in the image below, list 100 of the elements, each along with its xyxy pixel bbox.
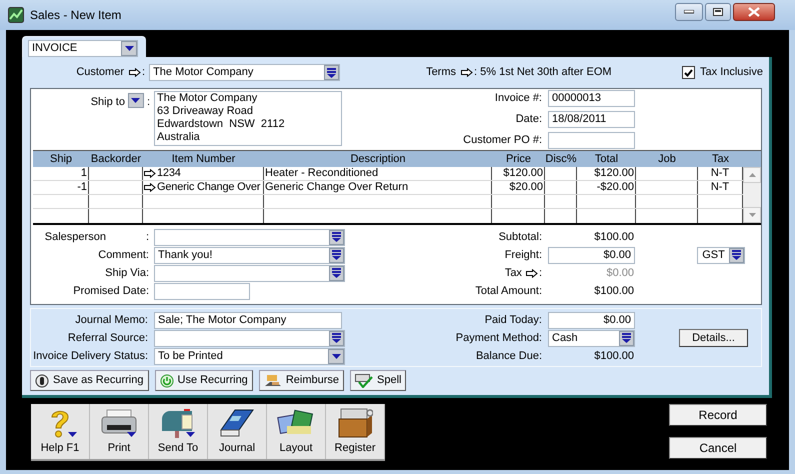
table-cell: 1234	[143, 167, 264, 180]
maximize-button[interactable]	[705, 3, 731, 21]
terms-label: Terms	[426, 65, 456, 80]
minimize-button[interactable]	[675, 3, 703, 21]
list-icon	[332, 268, 341, 278]
colon: :	[146, 95, 150, 110]
caret-icon	[332, 354, 340, 358]
arrow-icon[interactable]	[144, 169, 156, 178]
list-icon	[327, 68, 336, 78]
field-label: Promised Date:	[72, 284, 149, 299]
dropdown-button[interactable]	[324, 65, 340, 80]
customer-field[interactable]: The Motor Company	[149, 64, 340, 81]
dropdown-button[interactable]	[619, 330, 634, 346]
dropdown-button[interactable]	[121, 40, 137, 56]
memo-field[interactable]: Sale; The Motor Company	[154, 312, 342, 328]
tab[interactable]: INVOICE	[22, 36, 146, 57]
field-label: Customer PO #:	[462, 133, 542, 148]
close-button[interactable]	[733, 3, 775, 21]
column-header: Description	[349, 152, 407, 167]
list-icon	[622, 333, 631, 343]
field-label: Freight:	[504, 248, 542, 263]
dropdown-button[interactable]	[328, 348, 344, 364]
address-field[interactable]: The Motor Company 63 Driveaway Road Edwardstown NSW 2112 Australia	[154, 91, 342, 146]
column-header: Tax	[710, 152, 730, 167]
arrow-icon[interactable]	[144, 183, 156, 192]
dropdown-button[interactable]	[329, 230, 344, 244]
action-button[interactable]: Reimburse	[258, 370, 344, 391]
checkbox[interactable]	[682, 66, 696, 79]
column-header: Item Number	[170, 152, 236, 167]
window-title: Sales - New Item	[30, 7, 122, 24]
file-box-icon	[337, 406, 373, 439]
arrow-icon[interactable]	[526, 268, 538, 278]
text-field[interactable]: 00000013	[548, 90, 635, 107]
table-cell: Generic Change Over Return	[264, 181, 492, 194]
amount-value: $0.00	[605, 266, 635, 281]
list-icon	[332, 333, 341, 343]
scrollbar[interactable]	[743, 167, 761, 223]
details-button[interactable]: Details...	[679, 329, 748, 347]
payment-method-select[interactable]: Cash	[548, 330, 635, 346]
terms-value: : 5% 1st Net 30th after EOM	[474, 65, 612, 80]
field-label: Payment Method:	[454, 330, 542, 346]
table-cell: $20.00	[492, 181, 545, 194]
table-cell: Heater - Reconditioned	[264, 167, 492, 180]
amount-field[interactable]: $0.00	[548, 246, 635, 264]
customer-label: Customer	[75, 65, 124, 80]
date-field[interactable]	[154, 282, 250, 300]
ship-to-label: Ship to	[90, 95, 125, 110]
column-header: Disc%	[545, 152, 577, 167]
dropdown-button[interactable]	[329, 248, 344, 262]
colon: :	[142, 65, 146, 80]
recurring-icon	[35, 374, 49, 388]
action-button[interactable]: Spell	[350, 370, 406, 391]
action-button[interactable]: Save as Recurring	[30, 370, 148, 391]
action-button[interactable]: Use Recurring	[154, 370, 253, 391]
amount-value: $100.00	[593, 230, 635, 245]
field-label: Journal Memo:	[74, 312, 148, 328]
field-label: Total Amount:	[474, 284, 542, 299]
tax-code-select[interactable]: GST	[697, 246, 745, 264]
caret-icon	[124, 46, 134, 50]
column-header: Backorder	[90, 152, 142, 167]
field-label: Comment:	[97, 248, 149, 263]
amount-field[interactable]: $0.00	[548, 312, 635, 328]
column-header: Price	[504, 152, 532, 167]
checkbox-label: Tax Inclusive	[700, 65, 763, 80]
arrow-icon[interactable]	[461, 68, 474, 77]
close-icon	[748, 7, 760, 17]
list-icon	[332, 250, 341, 260]
table-cell: Generic Change Over	[143, 181, 264, 194]
list-icon	[732, 250, 741, 260]
down-arrow-icon	[748, 213, 756, 217]
app-icon	[8, 7, 24, 23]
table-cell: -1	[33, 181, 89, 194]
dropdown-button[interactable]	[329, 330, 344, 346]
check-icon	[684, 68, 694, 76]
dialog-button[interactable]: Cancel	[669, 437, 767, 459]
arrow-icon[interactable]	[129, 68, 141, 77]
text-field[interactable]: 18/08/2011	[548, 111, 635, 128]
field-label: Invoice #:	[494, 91, 542, 106]
dropdown-button[interactable]	[729, 248, 744, 262]
dropdown-button[interactable]	[329, 266, 344, 280]
dropdown-field[interactable]	[154, 264, 345, 282]
minimize-icon	[684, 10, 694, 14]
amount-value: $100.00	[593, 284, 635, 299]
dropdown-button[interactable]	[128, 93, 144, 108]
field-label: Salesperson	[44, 230, 106, 245]
text-field[interactable]	[548, 132, 635, 149]
dialog-button[interactable]: Record	[669, 404, 767, 426]
colon: :	[538, 266, 542, 281]
amount-value: $100.00	[593, 348, 635, 364]
spell-check-icon	[355, 374, 373, 388]
power-icon	[160, 374, 174, 388]
dropdown-field[interactable]	[154, 330, 345, 346]
dropdown-field[interactable]	[154, 228, 345, 246]
scroll-down-button[interactable]	[743, 207, 761, 223]
hand-icon	[264, 374, 282, 388]
scroll-up-button[interactable]	[743, 167, 761, 183]
dropdown-field[interactable]: Thank you!	[154, 246, 345, 264]
field-label: Subtotal:	[498, 230, 542, 245]
form-type-select[interactable]: INVOICE	[28, 40, 138, 56]
status-select[interactable]: To be Printed	[154, 348, 345, 364]
